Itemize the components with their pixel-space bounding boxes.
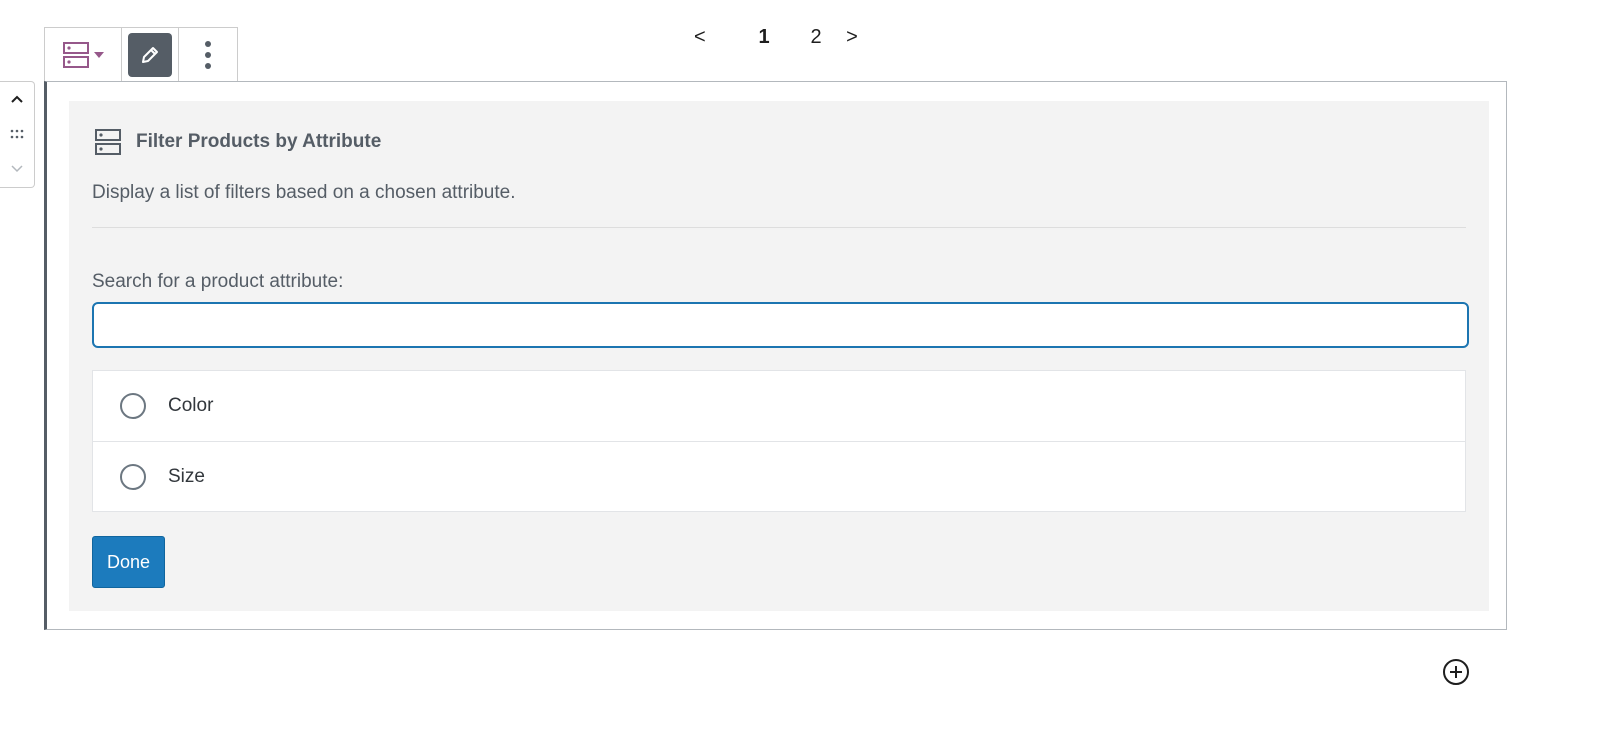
filter-list-icon: [63, 42, 89, 68]
filter-products-block[interactable]: Filter Products by Attribute Display a l…: [44, 81, 1507, 630]
block-toolbar: [44, 27, 238, 82]
placeholder-header: Filter Products by Attribute: [94, 128, 381, 156]
block-description: Display a list of filters based on a cho…: [92, 182, 516, 203]
caret-down-icon: [94, 52, 104, 58]
attribute-list: Color Size: [92, 370, 1466, 512]
block-mover: [0, 81, 35, 188]
more-options-button[interactable]: [179, 28, 237, 82]
pagination: < 1 2 >: [694, 22, 862, 52]
block-placeholder: Filter Products by Attribute Display a l…: [69, 101, 1489, 611]
more-vertical-icon: [205, 41, 211, 69]
pagination-page-2[interactable]: 2: [790, 26, 842, 49]
block-switcher-button[interactable]: [45, 28, 122, 82]
drag-handle-icon: [10, 129, 23, 139]
edit-button[interactable]: [128, 33, 172, 77]
edit-group: [122, 28, 179, 82]
block-inserter-button[interactable]: [1442, 658, 1470, 686]
attribute-search-input[interactable]: [92, 302, 1469, 348]
pagination-next[interactable]: >: [842, 26, 862, 49]
chevron-up-icon: [10, 95, 23, 103]
radio-button[interactable]: [120, 464, 146, 490]
pencil-icon: [142, 47, 158, 63]
attribute-option-size[interactable]: Size: [93, 441, 1465, 512]
move-up-button[interactable]: [0, 84, 34, 114]
plus-circle-icon: [1443, 659, 1469, 685]
attribute-label: Size: [168, 466, 205, 487]
block-title: Filter Products by Attribute: [136, 131, 382, 152]
radio-button[interactable]: [120, 393, 146, 419]
pagination-page-1[interactable]: 1: [738, 26, 790, 49]
attribute-option-color[interactable]: Color: [93, 371, 1465, 441]
drag-handle[interactable]: [0, 119, 34, 149]
move-down-button[interactable]: [0, 154, 34, 184]
filter-list-icon: [95, 129, 121, 155]
search-label: Search for a product attribute:: [92, 271, 344, 292]
done-button[interactable]: Done: [92, 536, 165, 588]
divider: [92, 227, 1466, 228]
chevron-down-icon: [10, 165, 23, 173]
attribute-label: Color: [168, 395, 214, 416]
